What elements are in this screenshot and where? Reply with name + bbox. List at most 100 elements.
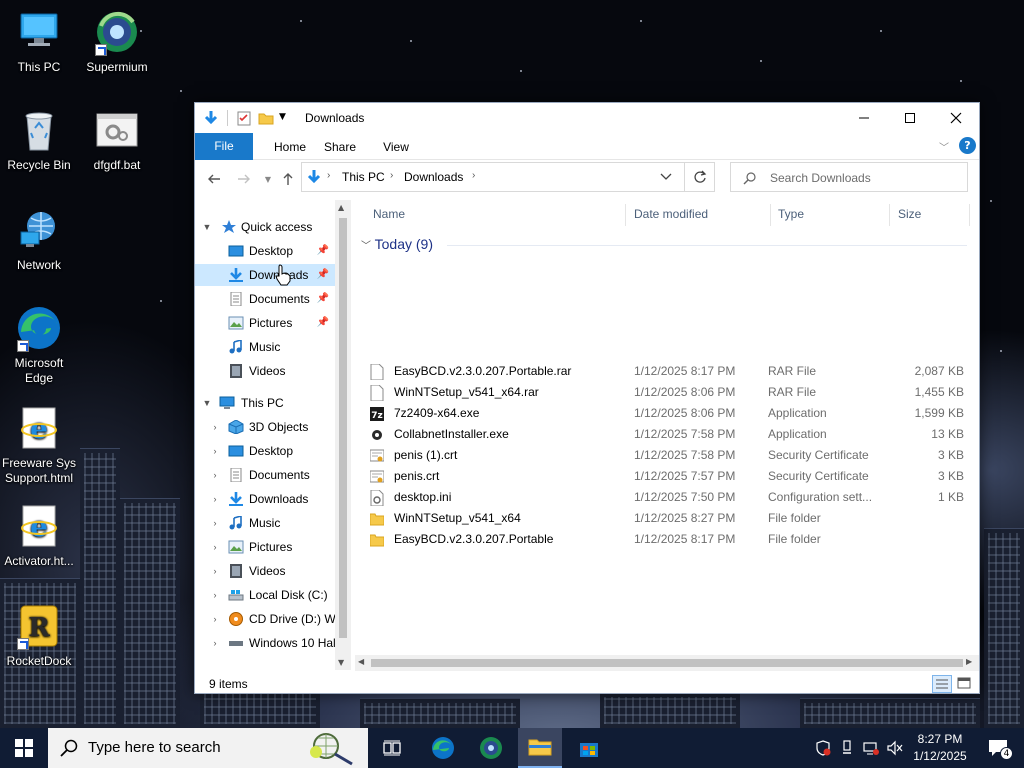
expand-chevron-icon[interactable]: › — [209, 440, 221, 462]
collapse-chevron-icon[interactable]: ﹀ — [361, 241, 371, 252]
nav-item-desktop[interactable]: › Desktop — [195, 440, 335, 462]
action-center-button[interactable]: 4 — [978, 728, 1018, 768]
table-row[interactable]: penis.crt 1/12/2025 7:57 PM Security Cer… — [365, 466, 971, 487]
expand-chevron-icon[interactable]: › — [209, 512, 221, 534]
address-bar[interactable]: › This PC › Downloads › — [301, 162, 685, 192]
column-divider[interactable] — [889, 204, 890, 226]
column-header-type[interactable]: Type — [778, 200, 804, 228]
volume-muted-icon[interactable] — [884, 728, 906, 768]
scroll-left-arrow-icon[interactable]: ◀ — [358, 657, 364, 666]
back-button[interactable] — [203, 168, 225, 190]
search-input[interactable]: Search Downloads — [770, 171, 871, 185]
help-icon[interactable]: ? — [959, 137, 976, 154]
customize-toolbar-chevron-icon[interactable]: ▼ — [279, 112, 286, 128]
breadcrumb-downloads[interactable]: Downloads — [404, 170, 463, 184]
expand-chevron-icon[interactable]: › — [209, 560, 221, 582]
nav-item-documents[interactable]: › Documents — [195, 464, 335, 486]
column-divider[interactable] — [625, 204, 626, 226]
expand-chevron-icon[interactable]: › — [209, 632, 221, 654]
nav-item-documents[interactable]: Documents 📌 — [195, 288, 335, 310]
up-button[interactable] — [277, 168, 299, 190]
system-clock[interactable]: 8:27 PM 1/12/2025 — [908, 731, 972, 765]
nav-item-cd-drive[interactable]: › CD Drive (D:) W1 — [195, 608, 335, 630]
tab-file[interactable]: File — [195, 133, 253, 160]
tab-home[interactable]: Home — [265, 135, 315, 159]
security-shield-icon[interactable] — [812, 728, 834, 768]
table-row[interactable]: 7z 7z2409-x64.exe 1/12/2025 8:06 PM Appl… — [365, 403, 971, 424]
scroll-up-arrow-icon[interactable]: ▲ — [338, 203, 344, 212]
table-row[interactable]: WinNTSetup_v541_x64 1/12/2025 8:27 PM Fi… — [365, 508, 971, 529]
maximize-button[interactable] — [887, 103, 933, 133]
properties-icon[interactable] — [236, 110, 252, 126]
desktop-icon-rocketdock[interactable]: R RocketDock — [0, 602, 78, 669]
nav-item-videos[interactable]: Videos — [195, 360, 335, 382]
table-row[interactable]: EasyBCD.v2.3.0.207.Portable.rar 1/12/202… — [365, 361, 971, 382]
nav-item-pictures[interactable]: › Pictures — [195, 536, 335, 558]
desktop-icon-freeware-sys-support[interactable]: e Freeware Sys Support.html — [0, 404, 78, 486]
nav-item-windows-10-hal[interactable]: › Windows 10 Hal — [195, 632, 336, 654]
pin-icon[interactable]: 📌 — [317, 240, 329, 262]
collapse-chevron-icon[interactable]: ▼ — [201, 392, 213, 414]
desktop-icon-this-pc[interactable]: This PC — [0, 8, 78, 75]
desktop-icon-recycle-bin[interactable]: Recycle Bin — [0, 106, 78, 173]
column-header-date[interactable]: Date modified — [634, 200, 708, 228]
expand-chevron-icon[interactable]: › — [209, 488, 221, 510]
collapse-chevron-icon[interactable]: ▼ — [201, 216, 213, 238]
column-divider[interactable] — [770, 204, 771, 226]
expand-chevron-icon[interactable]: › — [209, 608, 221, 630]
scroll-right-arrow-icon[interactable]: ▶ — [966, 657, 972, 666]
scrollbar-thumb[interactable] — [371, 659, 963, 667]
table-row[interactable]: EasyBCD.v2.3.0.207.Portable 1/12/2025 8:… — [365, 529, 971, 550]
usb-eject-icon[interactable] — [836, 728, 858, 768]
expand-chevron-icon[interactable]: › — [209, 464, 221, 486]
explorer-window[interactable]: ▼ Downloads Home Share View ﹀ ? File ▼ › — [194, 102, 980, 694]
column-divider[interactable] — [969, 204, 970, 226]
forward-button[interactable] — [233, 168, 255, 190]
close-button[interactable] — [933, 103, 979, 133]
expand-chevron-icon[interactable]: › — [209, 416, 221, 438]
taskbar-supermium-button[interactable] — [470, 728, 512, 768]
new-folder-icon[interactable] — [258, 110, 274, 126]
table-row[interactable]: CollabnetInstaller.exe 1/12/2025 7:58 PM… — [365, 424, 971, 445]
desktop-icon-dfgdf-bat[interactable]: dfgdf.bat — [78, 106, 156, 173]
nav-item-music[interactable]: › Music — [195, 512, 335, 534]
recent-locations-chevron-icon[interactable]: ▼ — [257, 168, 279, 190]
taskbar-edge-button[interactable] — [422, 728, 464, 768]
nav-quick-access[interactable]: ▼ Quick access — [195, 216, 335, 238]
table-row[interactable]: desktop.ini 1/12/2025 7:50 PM Configurat… — [365, 487, 971, 508]
task-view-button[interactable] — [372, 728, 412, 768]
taskbar-search-box[interactable]: Type here to search — [48, 728, 368, 768]
nav-item-videos[interactable]: › Videos — [195, 560, 335, 582]
desktop-icon-network[interactable]: Network — [0, 206, 78, 273]
details-view-button[interactable] — [932, 675, 952, 693]
address-dropdown-chevron-icon[interactable] — [660, 172, 672, 182]
search-box[interactable]: Search Downloads — [730, 162, 968, 192]
expand-ribbon-chevron-icon[interactable]: ﹀ — [939, 139, 949, 154]
nav-item-3d-objects[interactable]: › 3D Objects — [195, 416, 335, 438]
title-bar[interactable]: ▼ Downloads — [195, 103, 979, 133]
group-header-today[interactable]: ﹀ Today (9) — [361, 236, 433, 256]
network-status-icon[interactable] — [860, 728, 882, 768]
taskbar-file-explorer-button[interactable] — [518, 728, 562, 768]
desktop-icon-activator[interactable]: e Activator.ht... — [0, 502, 78, 569]
refresh-button[interactable] — [685, 162, 715, 192]
start-button[interactable] — [0, 728, 48, 768]
column-header-size[interactable]: Size — [898, 200, 921, 228]
large-icons-view-button[interactable] — [955, 675, 975, 693]
nav-item-music[interactable]: Music — [195, 336, 335, 358]
taskbar-search-input[interactable]: Type here to search — [88, 739, 221, 756]
expand-chevron-icon[interactable]: › — [209, 584, 221, 606]
taskbar-store-button[interactable] — [568, 728, 610, 768]
breadcrumb-this-pc[interactable]: This PC — [342, 170, 385, 184]
pin-icon[interactable]: 📌 — [317, 288, 329, 310]
pin-icon[interactable]: 📌 — [317, 264, 329, 286]
nav-this-pc[interactable]: ▼ This PC — [195, 392, 335, 414]
expand-chevron-icon[interactable]: › — [209, 536, 221, 558]
scrollbar-thumb[interactable] — [339, 218, 347, 638]
pin-icon[interactable]: 📌 — [317, 312, 329, 334]
scroll-down-arrow-icon[interactable]: ▼ — [338, 658, 344, 667]
minimize-button[interactable] — [841, 103, 887, 133]
horizontal-scrollbar[interactable]: ◀ ▶ — [355, 655, 979, 671]
column-header-name[interactable]: Name — [373, 200, 405, 228]
nav-item-desktop[interactable]: Desktop 📌 — [195, 240, 335, 262]
